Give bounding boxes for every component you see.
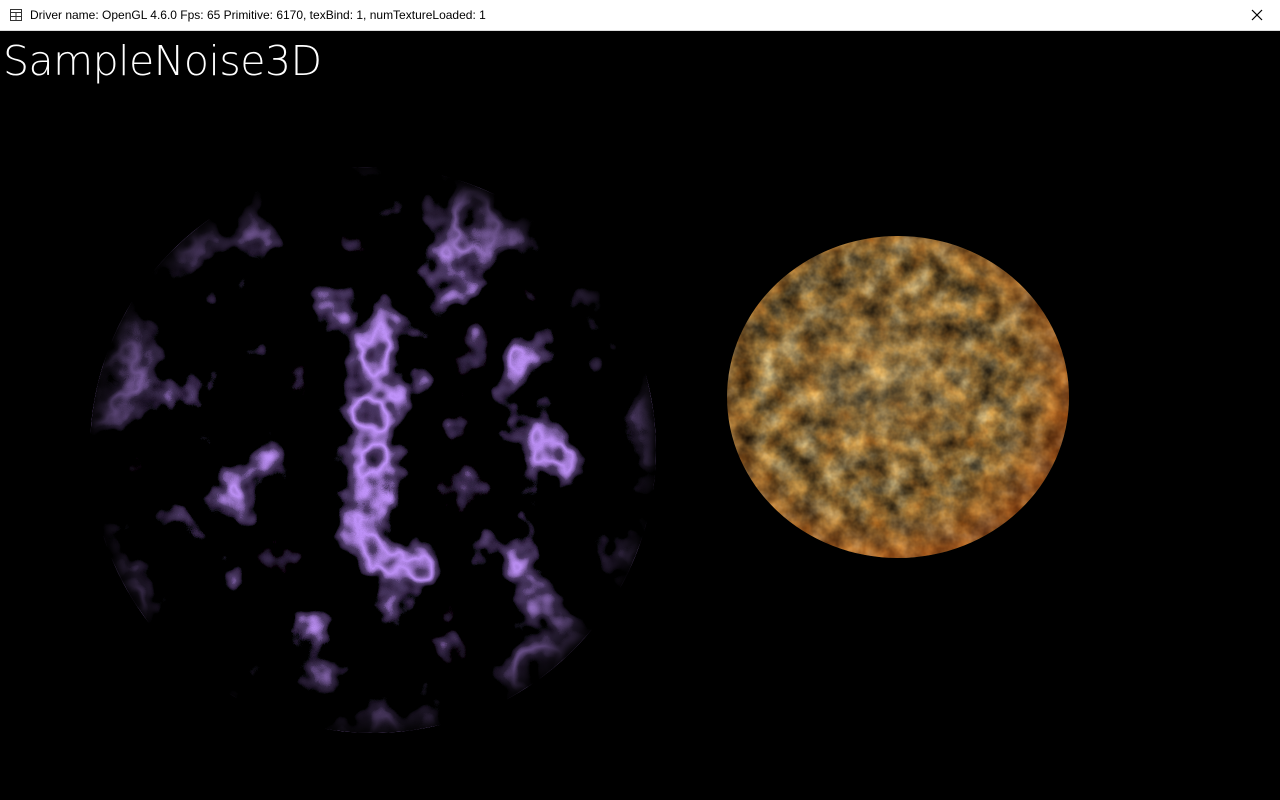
close-icon <box>1251 9 1263 21</box>
purple-noise-sphere <box>90 167 656 733</box>
app-window: Driver name: OpenGL 4.6.0 Fps: 65 Primit… <box>0 0 1280 800</box>
close-button[interactable] <box>1234 0 1280 30</box>
app-window-icon <box>10 9 22 21</box>
scene-canvas <box>90 167 1069 733</box>
render-viewport[interactable]: SampleNoise3D <box>0 31 1280 800</box>
window-title: Driver name: OpenGL 4.6.0 Fps: 65 Primit… <box>30 8 486 22</box>
orange-fire-sphere <box>727 236 1069 558</box>
sample-title: SampleNoise3D <box>3 37 322 85</box>
title-bar[interactable]: Driver name: OpenGL 4.6.0 Fps: 65 Primit… <box>0 0 1280 31</box>
